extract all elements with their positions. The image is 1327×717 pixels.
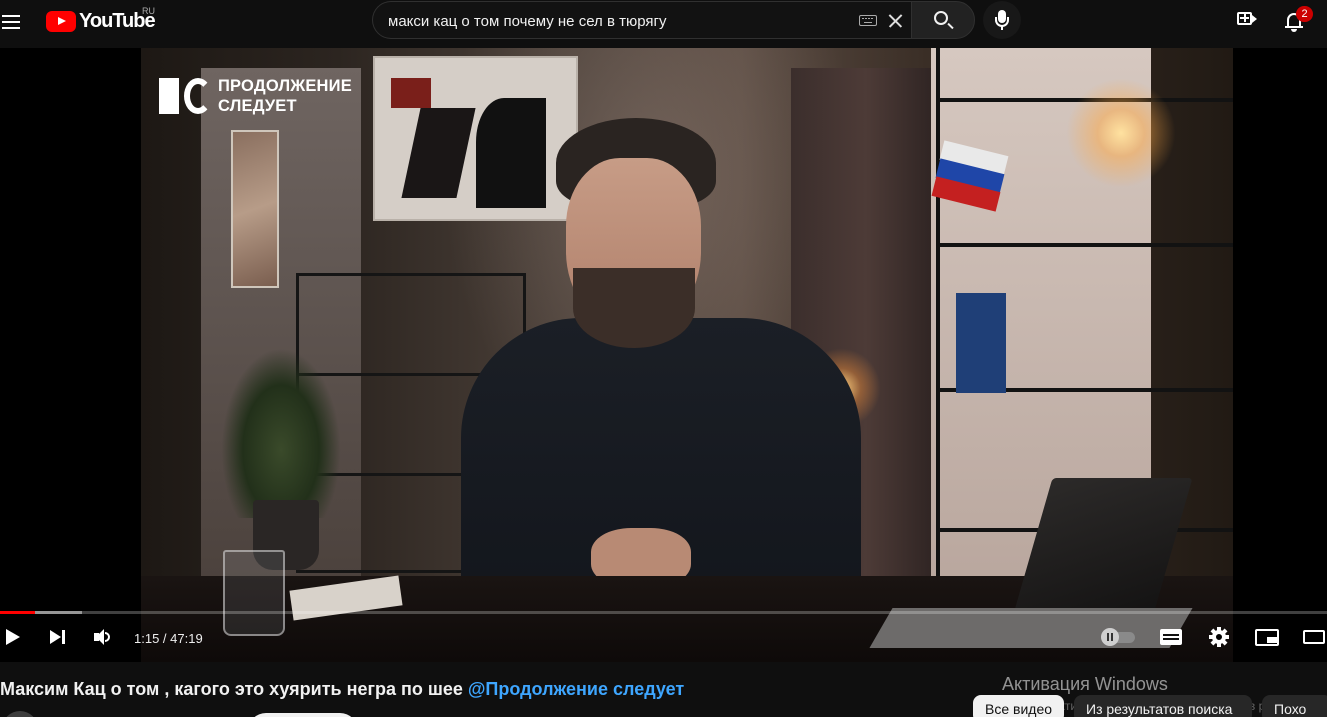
watermark-logo-icon [159,78,179,114]
subtitles-icon [1160,629,1182,645]
watermark-text: ПРОДОЛЖЕНИЕ СЛЕДУЕТ [218,76,352,116]
search-input[interactable] [388,10,848,32]
keyboard-icon[interactable] [859,15,877,26]
play-button[interactable] [0,622,30,652]
clear-icon[interactable] [885,11,905,31]
speaker [461,118,881,638]
masthead: YouTube RU 2 [0,0,1327,48]
video-player[interactable]: ПРОДОЛЖЕНИЕ СЛЕДУЕТ 1:15 / 47:19 [0,48,1327,662]
watermark-line-2: СЛЕДУЕТ [218,97,297,115]
miniplayer-icon [1255,629,1279,646]
channel-watermark: ПРОДОЛЖЕНИЕ СЛЕДУЕТ [159,76,352,116]
autoplay-toggle[interactable] [1101,628,1137,646]
subscribe-button[interactable] [248,713,358,717]
region-code: RU [142,6,155,16]
time-total: 47:19 [170,631,203,646]
book [956,293,1006,393]
search-button[interactable] [911,1,975,39]
pause-icon [1101,628,1119,646]
create-video-icon[interactable] [1237,10,1257,28]
notification-count-badge: 2 [1296,6,1313,22]
video-title-text: Максим Кац о том , кагого это хуярить не… [0,679,463,699]
youtube-logo-icon [46,10,76,32]
windows-activation-title: Активация Windows [1002,674,1168,694]
video-frame[interactable]: ПРОДОЛЖЕНИЕ СЛЕДУЕТ [141,48,1233,662]
search-icon [934,11,948,25]
time-separator: / [159,631,171,646]
video-title: Максим Кац о том , кагого это хуярить не… [0,679,684,700]
chip-from-search[interactable]: Из результатов поиска [1074,695,1252,717]
watermark-logo-icon [184,78,212,114]
small-painting [231,130,279,288]
theater-mode-button[interactable] [1300,622,1327,652]
play-icon [6,629,20,645]
lamp [1066,78,1176,188]
theater-mode-icon [1303,630,1325,644]
mute-button[interactable] [89,622,119,652]
notifications-button[interactable]: 2 [1284,6,1318,36]
settings-button[interactable] [1205,622,1235,652]
menu-icon[interactable] [0,10,24,34]
plant [221,348,341,518]
search-box [372,1,911,39]
youtube-logo[interactable]: YouTube RU [46,6,156,33]
avatar[interactable] [2,711,38,717]
channel-mention-link[interactable]: @Продолжение следует [468,679,684,699]
chip-similar[interactable]: Похо [1262,695,1327,717]
gear-icon [1209,627,1229,647]
voice-search-button[interactable] [983,1,1021,39]
watermark-line-1: ПРОДОЛЖЕНИЕ [218,77,352,95]
player-controls: 1:15 / 47:19 [0,614,1327,662]
subtitles-button[interactable] [1157,622,1187,652]
chip-all-videos[interactable]: Все видео [973,695,1065,717]
painting-detail [391,78,431,108]
miniplayer-button[interactable] [1252,622,1282,652]
time-current: 1:15 [134,631,160,646]
next-button[interactable] [45,622,75,652]
time-display: 1:15 / 47:19 [134,631,203,646]
